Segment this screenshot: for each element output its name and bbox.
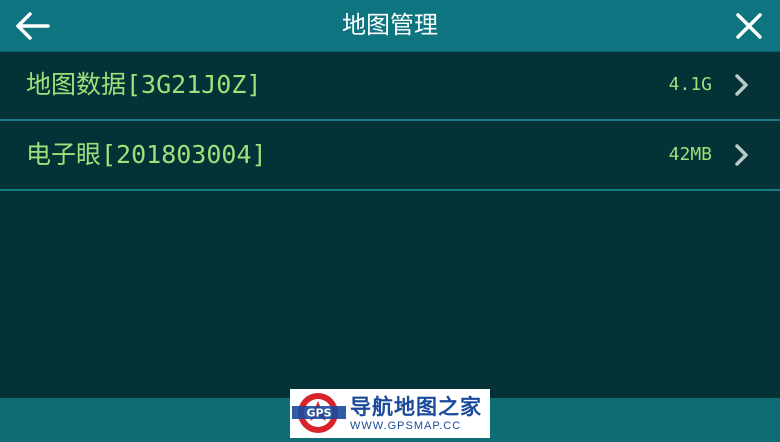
map-list: 地图数据[3G21J0Z] 4.1G 电子眼[201803004] 42MB <box>0 51 780 191</box>
watermark-title: 导航地图之家 <box>350 394 482 419</box>
title-bar: 地图管理 <box>0 0 780 52</box>
list-item-label: 电子眼[201803004] <box>26 140 267 169</box>
list-item-speed-camera[interactable]: 电子眼[201803004] 42MB <box>0 121 780 191</box>
list-item-map-data[interactable]: 地图数据[3G21J0Z] 4.1G <box>0 51 780 121</box>
watermark-text: 导航地图之家 WWW.GPSMAP.CC <box>350 395 482 433</box>
close-button[interactable] <box>730 8 768 44</box>
map-management-screen: 地图管理 地图数据[3G21J0Z] 4.1G 电子眼[201803004] 4… <box>0 0 780 442</box>
chevron-right-icon <box>735 144 748 166</box>
logo-text: GPS <box>306 407 331 420</box>
list-item-label: 地图数据[3G21J0Z] <box>26 70 262 99</box>
gps-logo-icon: GPS <box>292 393 346 433</box>
list-item-size: 42MB <box>668 144 712 165</box>
watermark: GPS 导航地图之家 WWW.GPSMAP.CC <box>290 389 490 438</box>
close-icon <box>736 13 762 39</box>
chevron-right-icon <box>735 74 748 96</box>
watermark-url: WWW.GPSMAP.CC <box>350 419 462 432</box>
list-item-size: 4.1G <box>668 74 712 95</box>
page-title: 地图管理 <box>342 11 438 39</box>
